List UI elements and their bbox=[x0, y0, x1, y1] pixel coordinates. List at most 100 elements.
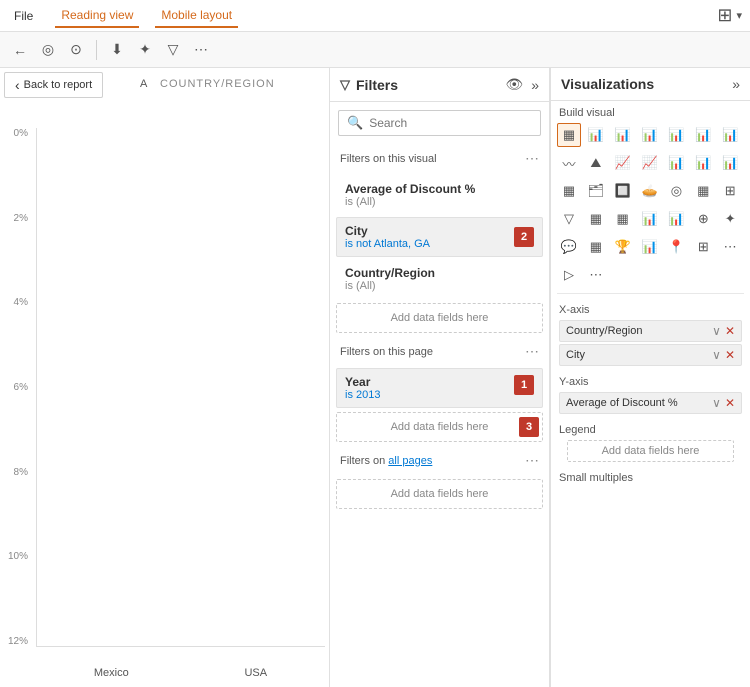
viz-icon-bar4[interactable]: 📊 bbox=[718, 123, 742, 147]
filters-title: ▽ Filters bbox=[340, 77, 398, 93]
viz-icon-pin[interactable]: 📍 bbox=[664, 235, 688, 259]
viz-icon-slicer[interactable]: ▦ bbox=[584, 235, 608, 259]
filter-year-sub: is 2013 bbox=[345, 389, 514, 401]
viz-icon-scatter[interactable]: 🔲 bbox=[611, 179, 635, 203]
y-label-0: 0% bbox=[0, 128, 32, 139]
filter-item-discount[interactable]: Average of Discount % is (All) bbox=[336, 175, 543, 215]
add-field-all[interactable]: Add data fields here bbox=[336, 479, 543, 509]
filters-visual-menu[interactable]: ⋯ bbox=[525, 150, 539, 167]
filters-search-box[interactable]: 🔍 bbox=[338, 110, 541, 136]
y-label-8: 8% bbox=[0, 467, 32, 478]
x-axis-country-chevron[interactable]: ∨ bbox=[712, 324, 721, 338]
toolbar-icon-right[interactable]: ⊞ bbox=[717, 5, 732, 26]
viz-icon-donut[interactable]: ◎ bbox=[664, 179, 688, 203]
viz-icon-grid[interactable]: ⊞ bbox=[691, 235, 715, 259]
y-axis-field-avg-discount[interactable]: Average of Discount % ∨ ✕ bbox=[559, 392, 742, 414]
viz-icon-ribbon[interactable]: ▦ bbox=[557, 179, 581, 203]
viz-icon-map-plus[interactable]: ⊕ bbox=[691, 207, 715, 231]
viz-icon-waterfall[interactable]: 🗂 bbox=[584, 179, 608, 203]
filters-expand-icon[interactable]: » bbox=[531, 77, 539, 93]
viz-icon-bar[interactable]: 📊 bbox=[584, 123, 608, 147]
filters-page-menu[interactable]: ⋯ bbox=[525, 343, 539, 360]
filters-all-menu[interactable]: ⋯ bbox=[525, 452, 539, 469]
viz-icon-line2[interactable]: 📈 bbox=[611, 151, 635, 175]
filters-on-visual-label: Filters on this visual bbox=[340, 153, 437, 165]
viz-icon-card[interactable]: ▦ bbox=[611, 207, 635, 231]
viz-icons-row3: ▦ 🗂 🔲 🥧 ◎ ▦ ⊞ bbox=[551, 177, 750, 205]
filters-on-page-label: Filters on this page bbox=[340, 346, 433, 358]
viz-icon-cluster-bar[interactable]: 📊 bbox=[638, 123, 662, 147]
x-axis-field-country[interactable]: Country/Region ∨ ✕ bbox=[559, 320, 742, 342]
viz-icon-bar6[interactable]: 📊 bbox=[691, 151, 715, 175]
y-axis-label: Y-axis bbox=[559, 376, 742, 388]
filters-eye-icon[interactable]: 👁 bbox=[505, 76, 523, 93]
x-axis-field-city[interactable]: City ∨ ✕ bbox=[559, 344, 742, 366]
filter-year-title: Year bbox=[345, 375, 514, 389]
filters-body: Filters on this visual ⋯ Average of Disc… bbox=[330, 144, 549, 687]
x-axis-city-remove[interactable]: ✕ bbox=[725, 348, 735, 362]
country-region-label: COUNTRY/REGION bbox=[160, 78, 275, 90]
chart-canvas bbox=[36, 128, 325, 647]
viz-icon-funnel[interactable]: ▽ bbox=[557, 207, 581, 231]
viz-icon-matrix[interactable]: ⊞ bbox=[718, 179, 742, 203]
menu-reading-view[interactable]: Reading view bbox=[55, 4, 139, 28]
x-axis-city-text: City bbox=[566, 349, 585, 361]
toolbar-filter[interactable]: ▽ bbox=[161, 38, 185, 62]
x-axis-country-remove[interactable]: ✕ bbox=[725, 324, 735, 338]
viz-icon-treemap[interactable]: ▦ bbox=[691, 179, 715, 203]
y-axis-avg-remove[interactable]: ✕ bbox=[725, 396, 735, 410]
viz-icon-multirow-card[interactable]: 📊 bbox=[638, 207, 662, 231]
viz-icon-stacked-bar[interactable]: 📊 bbox=[611, 123, 635, 147]
y-label-6: 6% bbox=[0, 382, 32, 393]
legend-add-field[interactable]: Add data fields here bbox=[567, 440, 734, 462]
viz-icon-bar5[interactable]: 📊 bbox=[664, 151, 688, 175]
viz-icon-bar3[interactable]: 📊 bbox=[691, 123, 715, 147]
filter-item-city[interactable]: City is not Atlanta, GA 2 bbox=[336, 217, 543, 257]
filter-year-row: Year is 2013 1 bbox=[345, 375, 534, 401]
toolbar-pin[interactable]: ✦ bbox=[133, 38, 157, 62]
toolbar-more[interactable]: ⋯ bbox=[189, 38, 213, 62]
filter-city-sub: is not Atlanta, GA bbox=[345, 238, 514, 250]
viz-icon-kpi[interactable]: 📊 bbox=[664, 207, 688, 231]
chart-area: ‹ Back to report A COUNTRY/REGION 12% 10… bbox=[0, 68, 330, 687]
add-field-page[interactable]: Add data fields here bbox=[336, 412, 543, 442]
viz-icon-trophy[interactable]: 🏆 bbox=[611, 235, 635, 259]
viz-collapse-icon[interactable]: » bbox=[732, 76, 740, 92]
add-field-visual[interactable]: Add data fields here bbox=[336, 303, 543, 333]
viz-icon-bar7[interactable]: 📊 bbox=[718, 151, 742, 175]
viz-icon-gauge[interactable]: ▦ bbox=[584, 207, 608, 231]
viz-icon-combo[interactable]: 📈 bbox=[638, 151, 662, 175]
viz-icon-bar2[interactable]: 📊 bbox=[664, 123, 688, 147]
viz-icon-area[interactable]: ⛰ bbox=[584, 151, 608, 175]
y-axis-avg-text: Average of Discount % bbox=[566, 397, 678, 409]
viz-icon-bar8[interactable]: 📊 bbox=[638, 235, 662, 259]
viz-icon-textbox[interactable]: 💬 bbox=[557, 235, 581, 259]
toolbar-chevron[interactable]: ▾ bbox=[736, 9, 742, 22]
viz-icon-pie[interactable]: 🥧 bbox=[638, 179, 662, 203]
filters-on-visual-header: Filters on this visual ⋯ bbox=[330, 144, 549, 173]
toolbar-down[interactable]: ⬇ bbox=[105, 38, 129, 62]
viz-icons-row6: ▷ ⋯ bbox=[551, 261, 750, 289]
viz-icon-dots[interactable]: ⋯ bbox=[718, 235, 742, 259]
back-to-report-button[interactable]: ‹ Back to report bbox=[4, 72, 103, 98]
viz-icon-more[interactable]: ⋯ bbox=[584, 263, 608, 287]
toolbar-back[interactable]: ← bbox=[8, 38, 32, 62]
search-input[interactable] bbox=[369, 116, 532, 130]
toolbar-circle1[interactable]: ◎ bbox=[36, 38, 60, 62]
y-axis-avg-chevron[interactable]: ∨ bbox=[712, 396, 721, 410]
back-arrow-icon: ‹ bbox=[15, 77, 20, 93]
filters-header: ▽ Filters 👁 » bbox=[330, 68, 549, 102]
x-axis-city-chevron[interactable]: ∨ bbox=[712, 348, 721, 362]
toolbar-sep1 bbox=[96, 40, 97, 60]
menu-file[interactable]: File bbox=[8, 5, 39, 27]
filter-item-country[interactable]: Country/Region is (All) bbox=[336, 259, 543, 299]
y-label-12: 12% bbox=[0, 636, 32, 647]
toolbar-circle2[interactable]: ⊙ bbox=[64, 38, 88, 62]
viz-icons-row4: ▽ ▦ ▦ 📊 📊 ⊕ ✦ bbox=[551, 205, 750, 233]
viz-icon-table[interactable]: ▦ bbox=[557, 123, 581, 147]
filter-item-year[interactable]: Year is 2013 1 bbox=[336, 368, 543, 408]
menu-mobile-layout[interactable]: Mobile layout bbox=[155, 4, 238, 28]
viz-icon-arrow[interactable]: ▷ bbox=[557, 263, 581, 287]
viz-icon-line[interactable]: 〰 bbox=[557, 151, 581, 175]
viz-icon-star[interactable]: ✦ bbox=[718, 207, 742, 231]
